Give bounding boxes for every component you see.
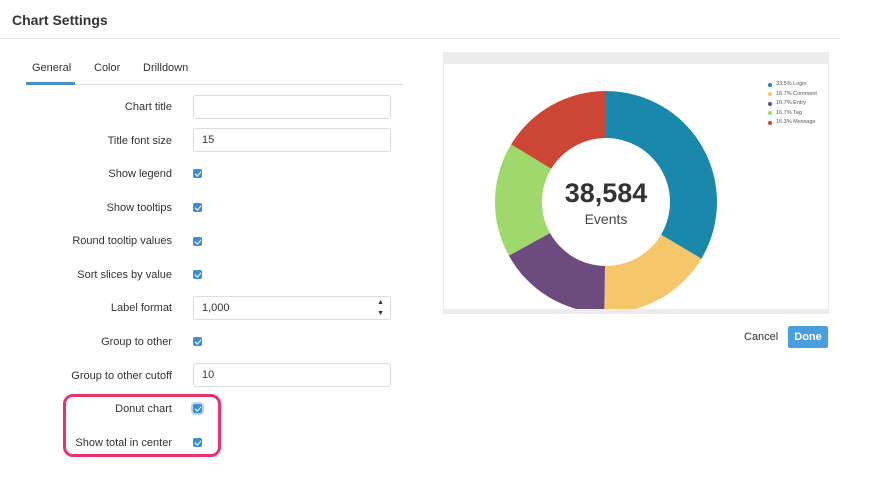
group-to-other-checkbox[interactable] [193,337,202,346]
show-legend-label: Show legend [108,168,172,180]
chart-title-label: Chart title [124,101,172,113]
group-to-other-cutoff-input[interactable]: 10 [193,363,391,387]
legend-item[interactable]: 16.7% Comment [768,90,817,100]
select-arrows-icon: ▲ ▼ [377,299,384,317]
legend-item[interactable]: 16.7% Tag [768,109,817,119]
label-format-value: 1,000 [202,302,230,314]
round-tooltip-values-checkbox[interactable] [193,237,202,246]
legend-label: 16.3% Message [776,119,816,125]
chart-legend: 33.5% Login 16.7% Comment 16.7% Entry 16.7%… [768,80,817,128]
title-font-size-input[interactable]: 15 [193,128,391,152]
chart-title-input[interactable] [193,95,391,119]
show-tooltips-checkbox[interactable] [193,203,202,212]
show-legend-checkbox[interactable] [193,169,202,178]
legend-dot-icon [768,82,772,87]
group-to-other-label: Group to other [101,336,172,348]
center-total-value: 38,584 [565,178,648,208]
legend-item[interactable]: 16.7% Entry [768,99,817,109]
show-tooltips-label: Show tooltips [106,202,172,214]
donut-slice[interactable] [606,91,717,259]
label-format-label: Label format [110,302,172,314]
legend-label: 16.7% Comment [776,90,817,97]
legend-dot-icon [768,111,772,116]
cancel-button[interactable]: Cancel [744,331,778,343]
legend-dot-icon [768,92,772,97]
legend-label: 33.5% Login [776,81,807,87]
highlight-annotation [63,394,221,457]
round-tooltip-values-label: Round tooltip values [72,235,172,247]
active-tab-indicator [26,82,75,85]
center-total-label: Events [585,211,628,227]
sort-slices-label: Sort slices by value [77,269,172,281]
tab-general[interactable]: General [32,62,71,74]
label-format-select[interactable]: 1,000 ▲ ▼ [193,296,391,320]
settings-tabs: General Color Drilldown [26,58,403,85]
group-to-other-cutoff-label: Group to other cutoff [71,370,172,382]
legend-dot-icon [768,120,772,125]
title-font-size-label: Title font size [107,135,172,147]
chart-preview: 38,584 Events 33.5% Login 16.7% Comment 16… [443,52,829,314]
tab-drilldown[interactable]: Drilldown [143,62,188,74]
done-button[interactable]: Done [788,326,828,348]
legend-label: 16.7% Entry [776,100,806,106]
sort-slices-checkbox[interactable] [193,270,202,279]
dialog-title: Chart Settings [12,12,108,28]
legend-item[interactable]: 16.3% Message [768,118,817,128]
legend-label: 16.7% Tag [776,109,802,116]
legend-dot-icon [768,101,772,106]
title-divider [0,38,840,39]
tab-color[interactable]: Color [94,62,120,74]
legend-item[interactable]: 33.5% Login [768,80,817,90]
